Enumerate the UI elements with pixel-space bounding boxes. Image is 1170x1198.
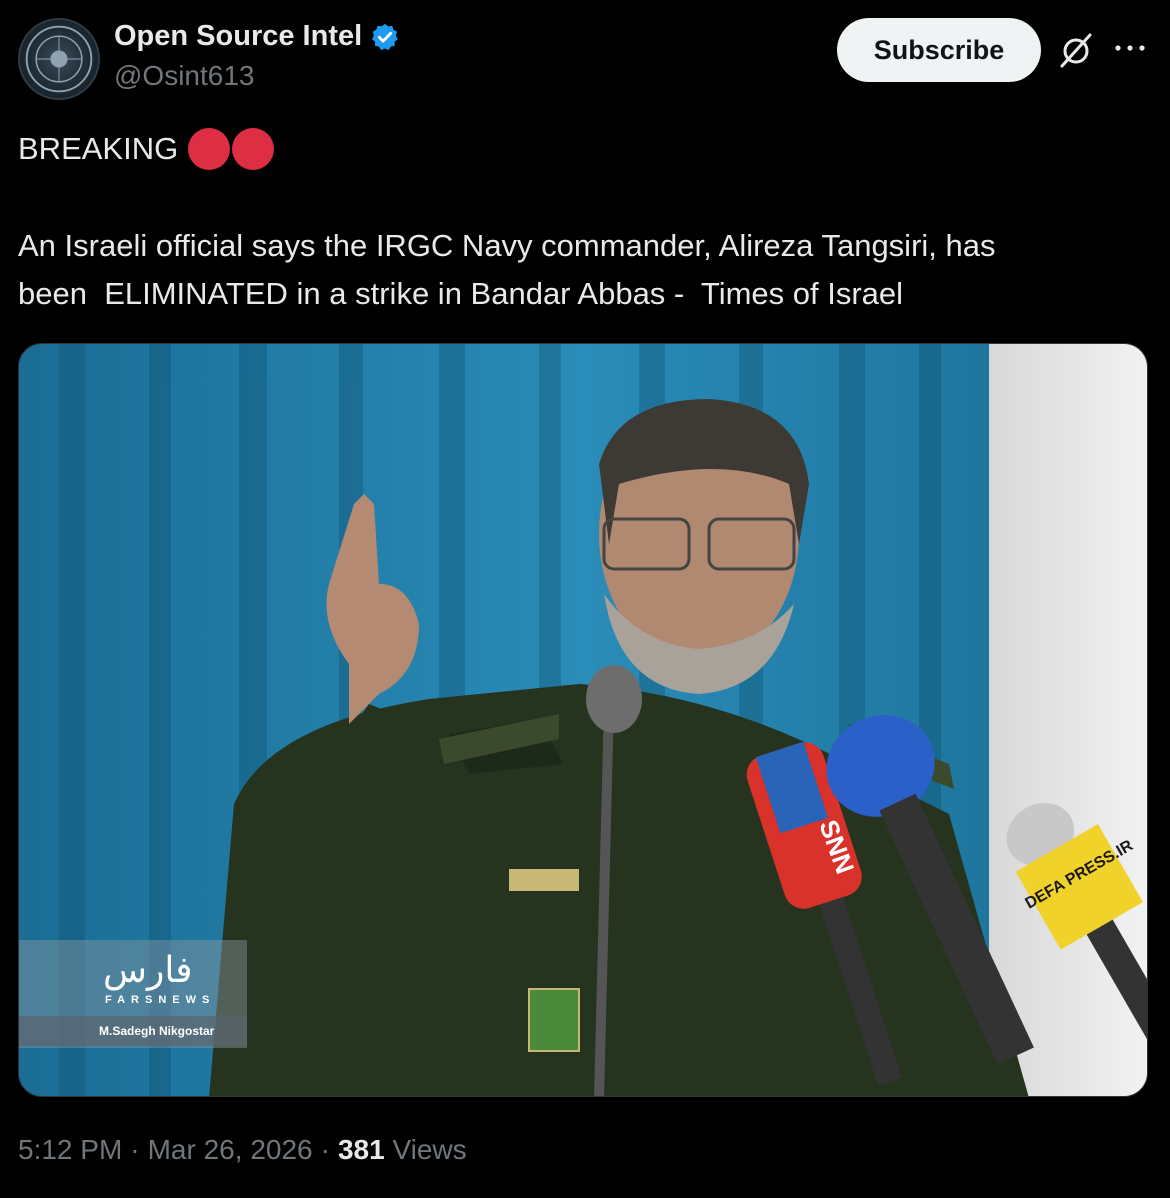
agency-logo: فارس [103, 950, 193, 991]
display-name[interactable]: Open Source Intel [114, 20, 362, 53]
tweet-time[interactable]: 5:12 PM [18, 1134, 122, 1166]
verified-badge-icon [372, 23, 398, 50]
red-circle-emoji-pair [188, 128, 275, 170]
tweet-date[interactable]: Mar 26, 2026 [148, 1134, 313, 1166]
tweet-text: An Israeli official says the IRGC Navy c… [18, 228, 996, 311]
more-horizontal-icon[interactable] [1112, 36, 1148, 60]
red-circle-icon [188, 128, 231, 170]
red-circle-icon [232, 128, 275, 170]
tweet-card: Open Source Intel @Osint613 Subscribe BR… [0, 0, 1170, 1198]
tweet-photo[interactable]: SNN DEFA PRESS.IR فارس FARSNEWS M.Sadegh… [18, 343, 1148, 1097]
tweet-meta: 5:12 PM · Mar 26, 2026 · 381 Views [18, 1134, 467, 1166]
photo-credit: M.Sadegh Nikgostar [19, 1016, 247, 1046]
views-label: Views [392, 1134, 467, 1165]
subscribe-button[interactable]: Subscribe [837, 18, 1041, 82]
grok-slash-icon[interactable] [1056, 30, 1096, 70]
breaking-line: BREAKING [18, 128, 275, 170]
photo-credit-text: M.Sadegh Nikgostar [99, 1024, 215, 1038]
breaking-label: BREAKING [18, 131, 179, 166]
avatar[interactable] [18, 18, 100, 100]
osint-seal-icon [25, 25, 93, 93]
views-count: 381 [337, 1134, 385, 1165]
author-name-row[interactable]: Open Source Intel [114, 20, 400, 53]
meta-separator: · [320, 1134, 330, 1165]
agency-name: FARSNEWS [105, 994, 216, 1006]
meta-separator: · [130, 1134, 140, 1165]
author-handle[interactable]: @Osint613 [114, 60, 255, 92]
